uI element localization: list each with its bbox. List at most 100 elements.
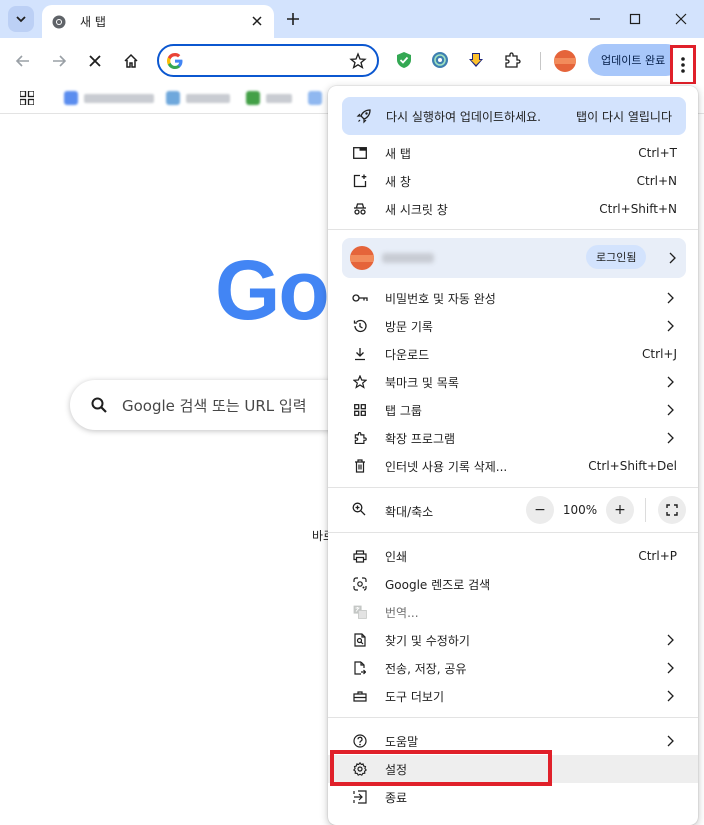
minimize-button[interactable] <box>586 10 604 28</box>
new-tab-button[interactable] <box>284 10 302 28</box>
menu-item-label: Google 렌즈로 검색 <box>385 577 491 592</box>
key-icon <box>352 290 368 306</box>
trash-icon <box>352 458 368 474</box>
zoom-icon <box>352 502 368 518</box>
home-icon <box>124 53 138 68</box>
menu-item-new-tab[interactable]: 새 탭 Ctrl+T <box>328 139 698 167</box>
toolbox-icon <box>352 688 368 704</box>
chevron-right-icon <box>666 376 674 388</box>
search-placeholder: Google 검색 또는 URL 입력 <box>122 396 307 415</box>
menu-item-label: 방문 기록 <box>385 319 433 334</box>
menu-item-print[interactable]: 인쇄 Ctrl+P <box>328 542 698 570</box>
menu-item-cast-save-share[interactable]: 전송, 저장, 공유 <box>328 654 698 682</box>
menu-item-clear-browsing-data[interactable]: 인터넷 사용 기록 삭제... Ctrl+Shift+Del <box>328 452 698 480</box>
chevron-right-icon <box>666 292 674 304</box>
close-tab-icon[interactable] <box>250 14 264 28</box>
menu-item-exit[interactable]: 종료 <box>328 783 698 811</box>
menu-item-history[interactable]: 방문 기록 <box>328 312 698 340</box>
menu-item-google-lens[interactable]: Google 렌즈로 검색 <box>328 570 698 598</box>
zoom-out-button[interactable]: − <box>526 496 554 524</box>
bookmark-favicon <box>64 91 78 105</box>
maximize-button[interactable] <box>626 10 644 28</box>
tab-new-tab[interactable]: 새 탭 <box>42 5 274 38</box>
extension-globe-icon[interactable] <box>430 50 450 70</box>
tab-groups-icon <box>352 402 368 418</box>
puzzle-icon[interactable] <box>502 50 522 70</box>
menu-item-new-window[interactable]: 새 창 Ctrl+N <box>328 167 698 195</box>
chevron-right-icon <box>666 662 674 674</box>
apps-grid-icon[interactable] <box>20 91 34 105</box>
settings-highlight-annotation <box>330 750 552 786</box>
print-icon <box>352 548 368 564</box>
update-relaunch-banner[interactable]: 다시 실행하여 업데이트하세요. 탭이 다시 열립니다 <box>342 97 686 135</box>
menu-item-extensions[interactable]: 확장 프로그램 <box>328 424 698 452</box>
menu-item-shortcut: Ctrl+N <box>636 174 677 188</box>
bookmark-item[interactable] <box>308 91 322 105</box>
menu-item-label: 전송, 저장, 공유 <box>385 661 467 676</box>
menu-item-new-incognito[interactable]: 새 시크릿 창 Ctrl+Shift+N <box>328 195 698 223</box>
arrow-left-icon <box>15 55 29 67</box>
close-icon <box>89 55 101 67</box>
puzzle-icon <box>352 430 368 446</box>
download-extension-icon[interactable] <box>466 50 486 70</box>
incognito-icon <box>352 201 368 217</box>
chevron-right-icon <box>666 735 674 747</box>
bookmark-item[interactable] <box>246 91 292 105</box>
google-g-icon <box>167 53 183 69</box>
zoom-row: 확대/축소 − 100% + <box>328 495 698 525</box>
profile-name-blurred <box>382 253 434 263</box>
stop-loading-button[interactable] <box>84 50 106 72</box>
bookmark-item[interactable] <box>166 91 230 105</box>
tab-search-button[interactable] <box>8 6 34 32</box>
logo-letter: Go <box>215 243 330 337</box>
search-box[interactable]: Google 검색 또는 URL 입력 <box>70 380 370 430</box>
menu-item-downloads[interactable]: 다운로드 Ctrl+J <box>328 340 698 368</box>
menu-divider <box>328 229 698 230</box>
back-button[interactable] <box>12 50 34 72</box>
signed-in-badge: 로그인됨 <box>586 245 647 269</box>
bookmark-label-blurred <box>186 93 230 103</box>
tab-title: 새 탭 <box>80 15 106 29</box>
history-icon <box>352 318 368 334</box>
close-window-button[interactable] <box>672 10 690 28</box>
forward-button[interactable] <box>48 50 70 72</box>
translate-icon <box>352 604 368 620</box>
bookmark-item[interactable] <box>64 91 154 105</box>
minimize-icon <box>590 18 600 20</box>
chevron-right-icon <box>666 404 674 416</box>
menu-item-find-and-edit[interactable]: 찾기 및 수정하기 <box>328 626 698 654</box>
address-bar[interactable] <box>157 44 379 77</box>
exit-icon <box>352 789 368 805</box>
menu-item-shortcut: Ctrl+T <box>638 146 677 160</box>
menu-item-tab-groups[interactable]: 탭 그룹 <box>328 396 698 424</box>
chevron-right-icon <box>668 252 676 264</box>
menu-item-translate[interactable]: 번역... <box>328 598 698 626</box>
rocket-icon <box>356 108 372 124</box>
zoom-in-button[interactable]: + <box>606 496 634 524</box>
bookmark-favicon <box>246 91 260 105</box>
menu-item-label: 탭 그룹 <box>385 403 422 418</box>
menu-item-label: 북마크 및 목록 <box>385 375 459 390</box>
menu-item-label: 새 창 <box>385 174 411 189</box>
update-button-label: 업데이트 완료 <box>601 54 666 67</box>
shield-extension-icon[interactable] <box>394 50 414 70</box>
menu-item-shortcut: Ctrl+Shift+N <box>599 202 677 216</box>
bookmark-star-icon[interactable] <box>349 52 367 70</box>
chevron-right-icon <box>666 690 674 702</box>
title-bar: 새 탭 <box>0 0 704 38</box>
menu-item-more-tools[interactable]: 도구 더보기 <box>328 682 698 710</box>
menu-item-passwords[interactable]: 비밀번호 및 자동 완성 <box>328 284 698 312</box>
home-button[interactable] <box>120 50 142 72</box>
profile-row[interactable]: 로그인됨 <box>342 238 686 278</box>
share-icon <box>352 660 368 676</box>
update-button[interactable]: 업데이트 완료 <box>588 44 682 76</box>
menu-item-shortcut: Ctrl+P <box>638 549 677 563</box>
profile-avatar[interactable] <box>554 50 576 72</box>
menu-item-label: 도구 더보기 <box>385 689 445 704</box>
maximize-icon <box>629 13 641 25</box>
chrome-menu-button[interactable] <box>670 45 696 85</box>
menu-item-bookmarks[interactable]: 북마크 및 목록 <box>328 368 698 396</box>
menu-item-label: 인쇄 <box>385 549 408 564</box>
toolbar: 업데이트 완료 <box>0 38 704 84</box>
fullscreen-button[interactable] <box>658 496 686 524</box>
